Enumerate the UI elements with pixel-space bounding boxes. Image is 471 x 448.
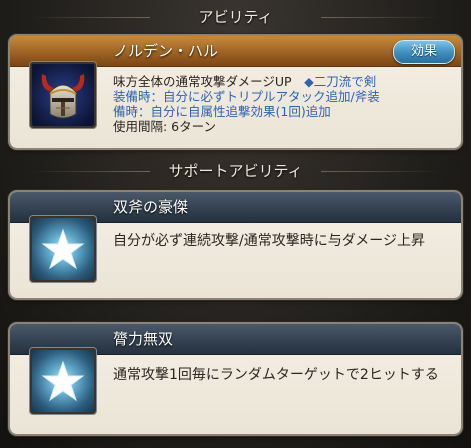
support-ability-description: 自分が必ず連続攻撃/通常攻撃時に与ダメージ上昇 (113, 233, 426, 249)
effect-button[interactable]: 効果 (393, 40, 455, 64)
support-ability-panel[interactable]: 双斧の豪傑 自分が必ず連続攻撃/通常攻撃時に与ダメージ上昇 (10, 192, 461, 298)
ability-name: ノルデン・ハル (113, 42, 219, 60)
ability-desc-line2: 装備時：自分に必ずトリプルアタック追加/斧装 (113, 89, 380, 104)
star-icon (30, 348, 96, 414)
horned-helmet-icon (30, 62, 96, 128)
ability-cooldown: 使用間隔: 6ターン (113, 119, 217, 134)
support-ability-name: 双斧の豪傑 (113, 198, 189, 216)
ability-desc-line1: 味方全体の通常攻撃ダメージUP (113, 74, 292, 89)
support-ability-description: 通常攻撃1回毎にランダムターゲットで2ヒットする (113, 367, 439, 383)
ability-section-header: アビリティ (0, 4, 471, 30)
ability-description: 味方全体の通常攻撃ダメージUP ◆二刀流で剣 装備時：自分に必ずトリプルアタック… (113, 74, 453, 134)
star-icon (30, 216, 96, 282)
support-ability-panel[interactable]: 膂力無双 通常攻撃1回毎にランダムターゲットで2ヒットする (10, 324, 461, 434)
ability-desc-highlight: ◆二刀流で剣 (304, 74, 377, 89)
ability-panel[interactable]: ノルデン・ハル 効果 味方全体の通常攻撃ダメージUP ◆二刀流で剣 装備時：自分… (10, 36, 461, 148)
support-ability-name: 膂力無双 (113, 330, 174, 348)
support-section-header: サポートアビリティ (0, 158, 471, 184)
ability-desc-line3: 備時：自分に自属性追撃効果(1回)追加 (113, 104, 331, 119)
